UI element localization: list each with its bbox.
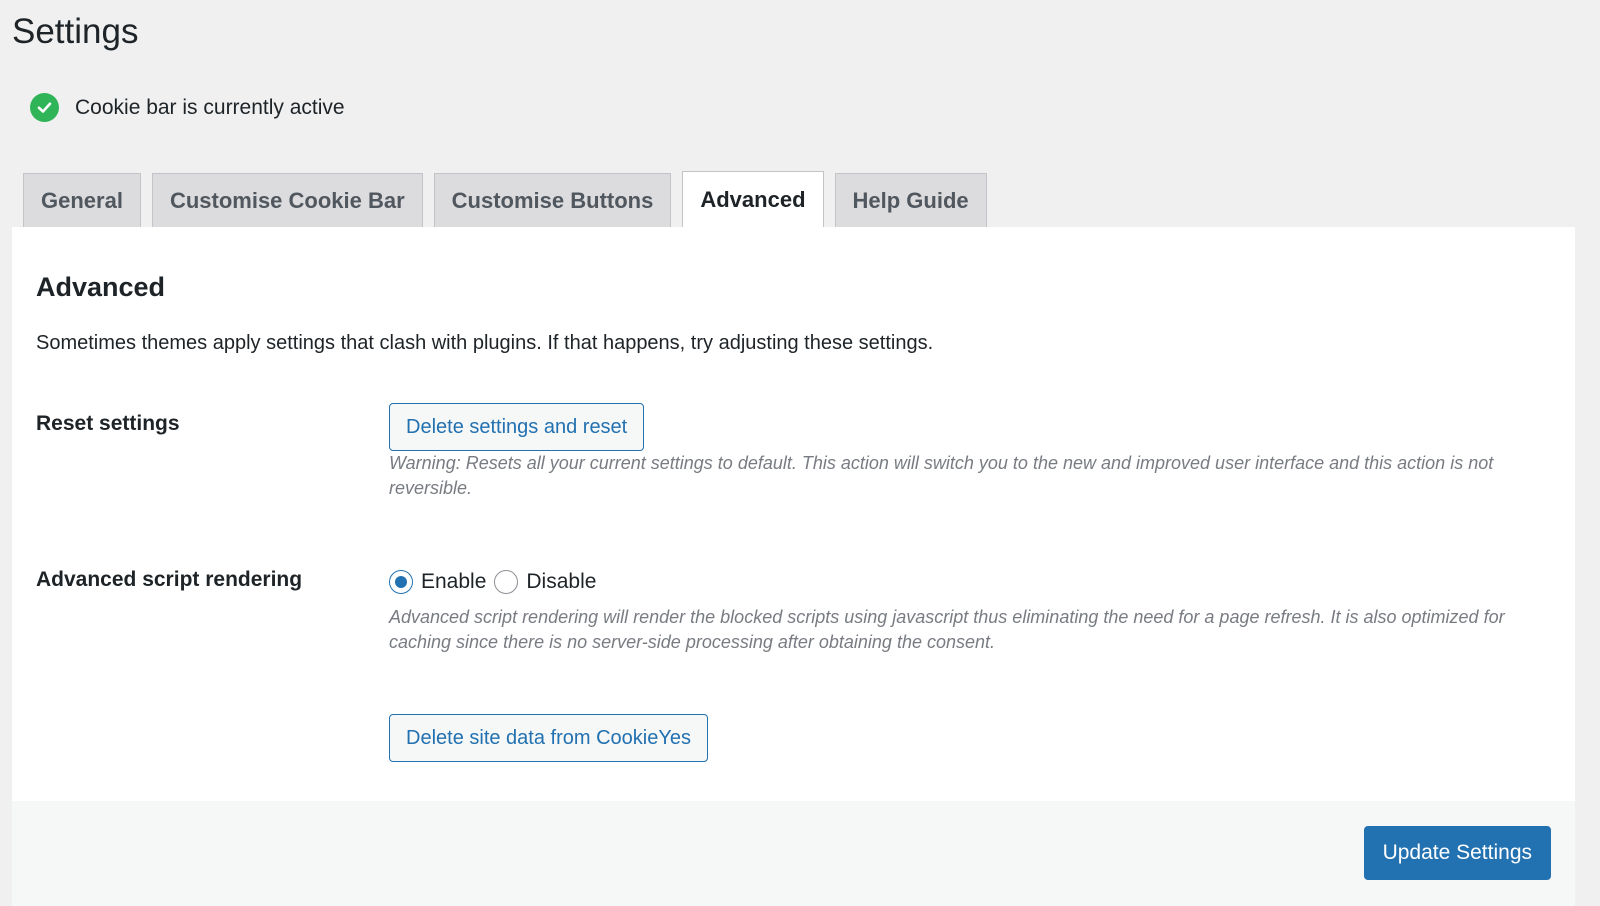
tab-customise-buttons[interactable]: Customise Buttons: [433, 173, 672, 227]
status-text: Cookie bar is currently active: [75, 95, 345, 119]
tab-advanced[interactable]: Advanced: [682, 171, 824, 227]
check-circle-icon: [30, 93, 59, 122]
script-rendering-help-text: Advanced script rendering will render th…: [389, 607, 1505, 652]
advanced-script-rendering-label: Advanced script rendering: [36, 568, 303, 591]
enable-radio-label[interactable]: Enable: [421, 570, 486, 594]
page-title: Settings: [12, 12, 139, 51]
section-heading: Advanced: [36, 272, 166, 302]
script-rendering-radio-group: Enable Disable: [389, 570, 604, 594]
tab-general[interactable]: General: [23, 173, 141, 227]
update-settings-button[interactable]: Update Settings: [1363, 826, 1551, 880]
tab-bar: General Customise Cookie Bar Customise B…: [23, 171, 998, 227]
settings-panel: Advanced Sometimes themes apply settings…: [12, 227, 1575, 801]
delete-site-data-button[interactable]: Delete site data from CookieYes: [389, 714, 708, 762]
disable-radio[interactable]: [494, 570, 519, 594]
delete-settings-reset-button[interactable]: Delete settings and reset: [389, 403, 645, 451]
reset-settings-label: Reset settings: [36, 412, 180, 435]
tab-customise-cookie-bar[interactable]: Customise Cookie Bar: [151, 173, 423, 227]
status-notice: Cookie bar is currently active: [30, 93, 345, 122]
footer-bar: Update Settings: [12, 801, 1575, 906]
section-description: Sometimes themes apply settings that cla…: [36, 332, 934, 354]
disable-radio-label[interactable]: Disable: [526, 570, 596, 594]
enable-radio[interactable]: [389, 570, 413, 594]
reset-warning-text: Warning: Resets all your current setting…: [389, 453, 1494, 498]
tab-help-guide[interactable]: Help Guide: [834, 173, 987, 227]
